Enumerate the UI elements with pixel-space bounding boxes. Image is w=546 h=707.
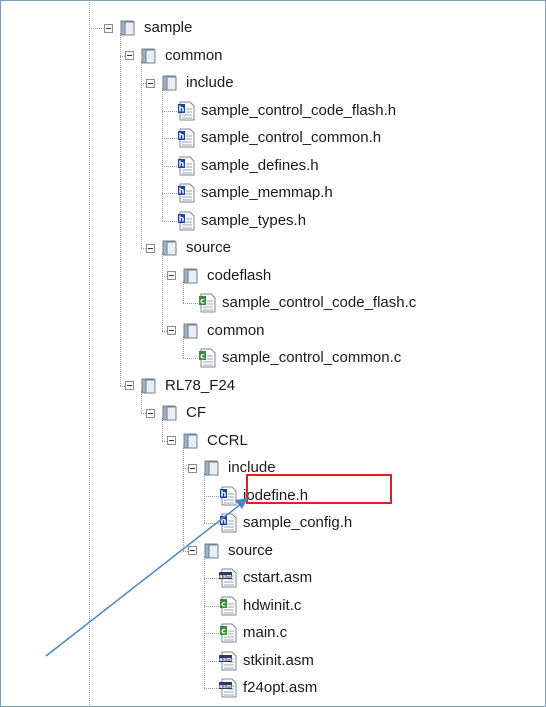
annotation-arrow bbox=[45, 498, 248, 657]
